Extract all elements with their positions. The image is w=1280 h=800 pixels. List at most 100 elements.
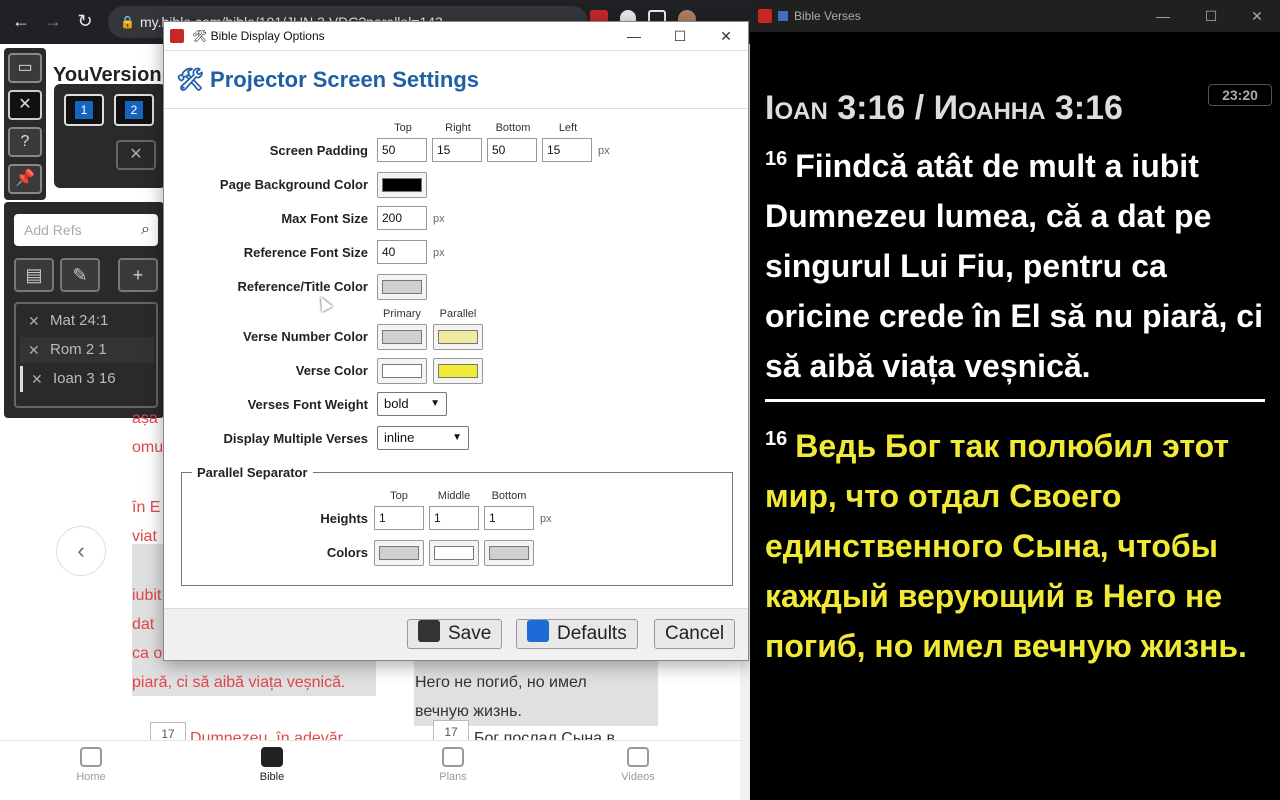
primary-verse: 16 Fiindcă atât de mult a iubit Dumnezeu … [765, 148, 1263, 384]
plans-icon [442, 747, 464, 767]
defaults-button[interactable]: Defaults [516, 619, 638, 649]
col-head-right: Right [445, 122, 471, 134]
col-head-top: Top [390, 490, 408, 502]
previous-chapter-button[interactable]: ‹ [56, 526, 106, 576]
unit-label: px [433, 213, 445, 225]
col-head-middle: Middle [437, 490, 471, 502]
paste-icon[interactable]: ▤ [14, 258, 54, 292]
minimize-icon[interactable]: — [1140, 0, 1186, 32]
remove-icon[interactable]: ✕ [28, 337, 40, 363]
verse-text-fragment: aṣa [132, 410, 158, 427]
add-icon[interactable]: + [118, 258, 158, 292]
refs-panel: Add Refs ⌕ ▤ ✎ + ✕ Mat 24:1 ✕ Rom 2 1 ✕ Ioa… [4, 202, 164, 418]
multiple-verses-select[interactable]: inline ▼ [377, 426, 469, 450]
help-icon[interactable]: ? [8, 127, 42, 157]
verse-number: 16 [765, 428, 788, 450]
back-icon[interactable]: ← [10, 10, 32, 32]
edit-icon[interactable]: ✎ [60, 258, 100, 292]
close-icon[interactable]: ✕ [1234, 0, 1280, 32]
verse-primary-color-picker[interactable] [377, 358, 427, 384]
save-button[interactable]: Save [407, 619, 503, 649]
padding-top-input[interactable]: 50 [377, 138, 427, 162]
label-verse-num-color: Verse Number Color [243, 329, 368, 344]
list-item[interactable]: ✕ Ioan 3 16 [20, 366, 154, 392]
verse-text-fragment: omu [132, 439, 164, 456]
window-icon [778, 11, 788, 21]
pin-icon[interactable]: 📌 [8, 164, 42, 194]
padding-bottom-input[interactable]: 50 [487, 138, 537, 162]
dialog-footer: Save Defaults Cancel [164, 608, 748, 660]
sep-top-height-input[interactable]: 1 [374, 506, 424, 530]
padding-right-input[interactable]: 15 [432, 138, 482, 162]
sep-middle-color-picker[interactable] [429, 540, 479, 566]
maximize-icon[interactable]: ☐ [657, 22, 703, 51]
col-head-top: Top [394, 122, 412, 134]
unit-label: px [433, 247, 445, 259]
ref-title-color-picker[interactable] [377, 274, 427, 300]
verse-parallel-color-picker[interactable] [433, 358, 483, 384]
close-icon[interactable]: ✕ [703, 22, 749, 51]
dialog-header: 🛠 Projector Screen Settings [164, 51, 748, 109]
list-item[interactable]: ✕ Mat 24:1 [20, 308, 154, 334]
label-ref-font: Reference Font Size [243, 245, 368, 260]
page-title: 🛠 Projector Screen Settings [176, 67, 480, 92]
padding-left-input[interactable]: 15 [542, 138, 592, 162]
bible-display-options-dialog: 🛠 Bible Display Options — ☐ ✕ 🛠 Projecto… [163, 21, 749, 661]
app-icon [170, 29, 184, 43]
max-font-input[interactable]: 200 [377, 206, 427, 230]
nav-home[interactable]: Home [51, 747, 131, 783]
verse-text-fragment: Него не погиб, но имел [415, 674, 587, 691]
sep-bottom-height-input[interactable]: 1 [484, 506, 534, 530]
verse-text-fragment: iubit [132, 587, 162, 604]
chevron-down-icon: ▼ [452, 432, 462, 443]
cancel-button[interactable]: Cancel [654, 619, 736, 649]
screen-1-button[interactable]: 1 [64, 94, 104, 126]
verse-num-parallel-color-picker[interactable] [433, 324, 483, 350]
label-multiple-verses: Display Multiple Verses [223, 431, 368, 446]
screen-2-button[interactable]: 2 [114, 94, 154, 126]
nav-bible[interactable]: Bible [232, 747, 312, 783]
bible-icon [261, 747, 283, 767]
sep-middle-height-input[interactable]: 1 [429, 506, 479, 530]
verse-number: 16 [765, 148, 788, 170]
maximize-icon[interactable]: ☐ [1188, 0, 1234, 32]
verse-text-fragment: ca o [132, 645, 163, 662]
lock-icon: 🔒 [120, 15, 135, 29]
chat-icon[interactable]: ▭ [8, 53, 42, 83]
screen-settings-icon[interactable]: ✕ [116, 140, 156, 170]
refs-list: ✕ Mat 24:1 ✕ Rom 2 1 ✕ Ioan 3 16 [14, 302, 158, 408]
label-max-font: Max Font Size [281, 211, 368, 226]
label-verse-color: Verse Color [295, 363, 368, 378]
projector-titlebar: Bible Verses — ☐ ✕ [750, 0, 1280, 32]
parallel-separator-legend: Parallel Separator [192, 465, 313, 480]
add-refs-input[interactable]: Add Refs ⌕ [14, 214, 158, 246]
forward-icon[interactable]: → [42, 10, 64, 32]
videos-icon [627, 747, 649, 767]
font-weight-select[interactable]: bold ▼ [377, 392, 447, 416]
floppy-icon [418, 620, 440, 642]
minimize-icon[interactable]: — [611, 22, 657, 51]
chevron-down-icon: ▼ [430, 398, 440, 409]
col-head-left: Left [558, 122, 578, 134]
refresh-icon [527, 620, 549, 642]
sep-bottom-color-picker[interactable] [484, 540, 534, 566]
sep-top-color-picker[interactable] [374, 540, 424, 566]
remove-icon[interactable]: ✕ [31, 366, 43, 392]
nav-videos[interactable]: Videos [598, 747, 678, 783]
unit-label: px [598, 145, 610, 157]
remove-icon[interactable]: ✕ [28, 308, 40, 334]
app-icon [758, 9, 772, 23]
label-heights: Heights [320, 511, 368, 526]
search-icon[interactable]: ⌕ [141, 214, 150, 246]
tools-icon[interactable]: ✕ [8, 90, 42, 120]
projector-window: Bible Verses — ☐ ✕ 23:20 Ioan 3:16 / Иоа… [750, 0, 1280, 800]
settings-form: Top Right Bottom Left Screen Padding 50 … [164, 109, 748, 613]
reload-icon[interactable]: ↻ [74, 10, 96, 32]
unit-label: px [540, 513, 552, 525]
list-item[interactable]: ✕ Rom 2 1 [20, 337, 154, 363]
verse-num-primary-color-picker[interactable] [377, 324, 427, 350]
label-page-bg: Page Background Color [219, 177, 368, 192]
nav-plans[interactable]: Plans [413, 747, 493, 783]
ref-font-input[interactable]: 40 [377, 240, 427, 264]
page-bg-color-picker[interactable] [377, 172, 427, 198]
